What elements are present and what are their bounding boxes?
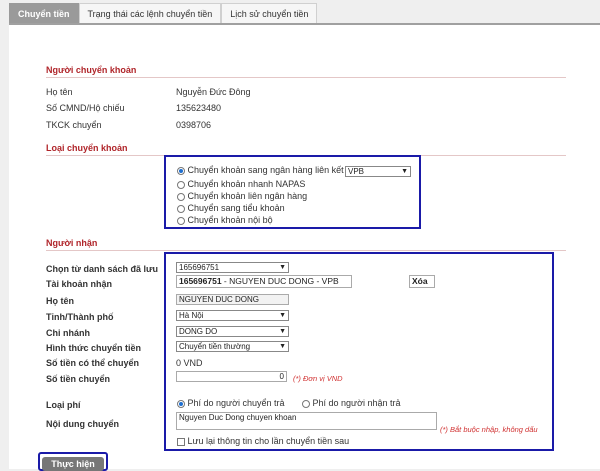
sender-account-value: 0398706 bbox=[176, 120, 212, 130]
saved-list-select[interactable]: 165696751 ▼ bbox=[176, 262, 289, 273]
bank-select[interactable]: VPB ▼ bbox=[345, 166, 411, 177]
tab-chuyen-tien[interactable]: Chuyển tiền bbox=[9, 3, 79, 23]
method-select[interactable]: Chuyển tiền thường ▼ bbox=[176, 341, 289, 352]
amount-note: (*) Đơn vị VND bbox=[293, 374, 343, 383]
branch-select[interactable]: DONG DO ▼ bbox=[176, 326, 289, 337]
fee-option-receiver[interactable]: Phí do người nhận trả bbox=[302, 398, 401, 408]
sender-name-value: Nguyễn Đức Đông bbox=[176, 87, 251, 97]
available-value: 0 VND bbox=[176, 358, 203, 368]
method-label: Hình thức chuyển tiền bbox=[46, 343, 142, 353]
province-label: Tỉnh/Thành phố bbox=[46, 312, 114, 322]
save-info-checkbox[interactable]: Lưu lại thông tin cho lần chuyển tiền sa… bbox=[177, 436, 349, 446]
receiver-account-label: Tài khoản nhận bbox=[46, 279, 113, 289]
transfer-type-title: Loại chuyển khoản bbox=[46, 143, 128, 153]
amount-label: Số tiền chuyển bbox=[46, 374, 111, 384]
branch-label: Chi nhánh bbox=[46, 328, 90, 338]
tab-trang-thai[interactable]: Trạng thái các lệnh chuyển tiền bbox=[78, 3, 222, 23]
content-note: (*) Bắt buộc nhập, không dấu bbox=[440, 425, 538, 434]
tab-bar: Chuyển tiền Trạng thái các lệnh chuyển t… bbox=[9, 3, 318, 23]
saved-list-label: Chọn từ danh sách đã lưu bbox=[46, 264, 159, 274]
available-label: Số tiền có thể chuyển bbox=[46, 358, 140, 368]
content-label: Nội dung chuyển bbox=[46, 419, 119, 429]
transfer-option-interbank[interactable]: Chuyển khoản liên ngân hàng bbox=[177, 191, 307, 201]
sender-account-label: TKCK chuyển bbox=[46, 120, 102, 130]
province-select[interactable]: Hà Nội ▼ bbox=[176, 310, 289, 321]
chevron-down-icon: ▼ bbox=[279, 343, 286, 350]
sender-section-title: Người chuyển khoản bbox=[46, 65, 137, 75]
chevron-down-icon: ▼ bbox=[279, 264, 286, 271]
tab-lich-su[interactable]: Lịch sử chuyển tiền bbox=[221, 3, 318, 23]
fee-option-sender[interactable]: Phí do người chuyển trả bbox=[177, 398, 285, 408]
transfer-panel: Người chuyển khoản Họ tên Nguyễn Đức Đôn… bbox=[9, 23, 600, 471]
sender-id-value: 135623480 bbox=[176, 103, 222, 113]
transfer-option-subaccount[interactable]: Chuyển sang tiểu khoản bbox=[177, 203, 285, 213]
receiver-section-title: Người nhận bbox=[46, 238, 98, 248]
receiver-name-field: NGUYEN DUC DONG bbox=[176, 294, 289, 305]
amount-input[interactable]: 0 bbox=[176, 371, 287, 382]
content-textarea[interactable]: Nguyen Duc Dong chuyen khoan bbox=[176, 412, 437, 430]
sender-name-label: Họ tên bbox=[46, 87, 73, 97]
receiver-account-input[interactable]: 165696751 - NGUYEN DUC DONG - VPB bbox=[176, 275, 352, 288]
chevron-down-icon: ▼ bbox=[279, 328, 286, 335]
sender-id-label: Số CMND/Hộ chiếu bbox=[46, 103, 125, 113]
transfer-option-napas[interactable]: Chuyển khoản nhanh NAPAS bbox=[177, 179, 305, 189]
divider bbox=[46, 77, 566, 78]
divider bbox=[46, 250, 566, 251]
transfer-option-linked-bank[interactable]: Chuyển khoản sang ngân hàng liên kết bbox=[177, 165, 344, 175]
transfer-option-internal[interactable]: Chuyển khoản nội bộ bbox=[177, 215, 273, 225]
delete-button[interactable]: Xóa bbox=[409, 275, 435, 288]
radio-selected[interactable] bbox=[177, 166, 185, 175]
receiver-name-label: Họ tên bbox=[46, 296, 74, 306]
chevron-down-icon: ▼ bbox=[279, 312, 286, 319]
chevron-down-icon: ▼ bbox=[401, 168, 408, 175]
fee-label: Loại phí bbox=[46, 400, 81, 410]
